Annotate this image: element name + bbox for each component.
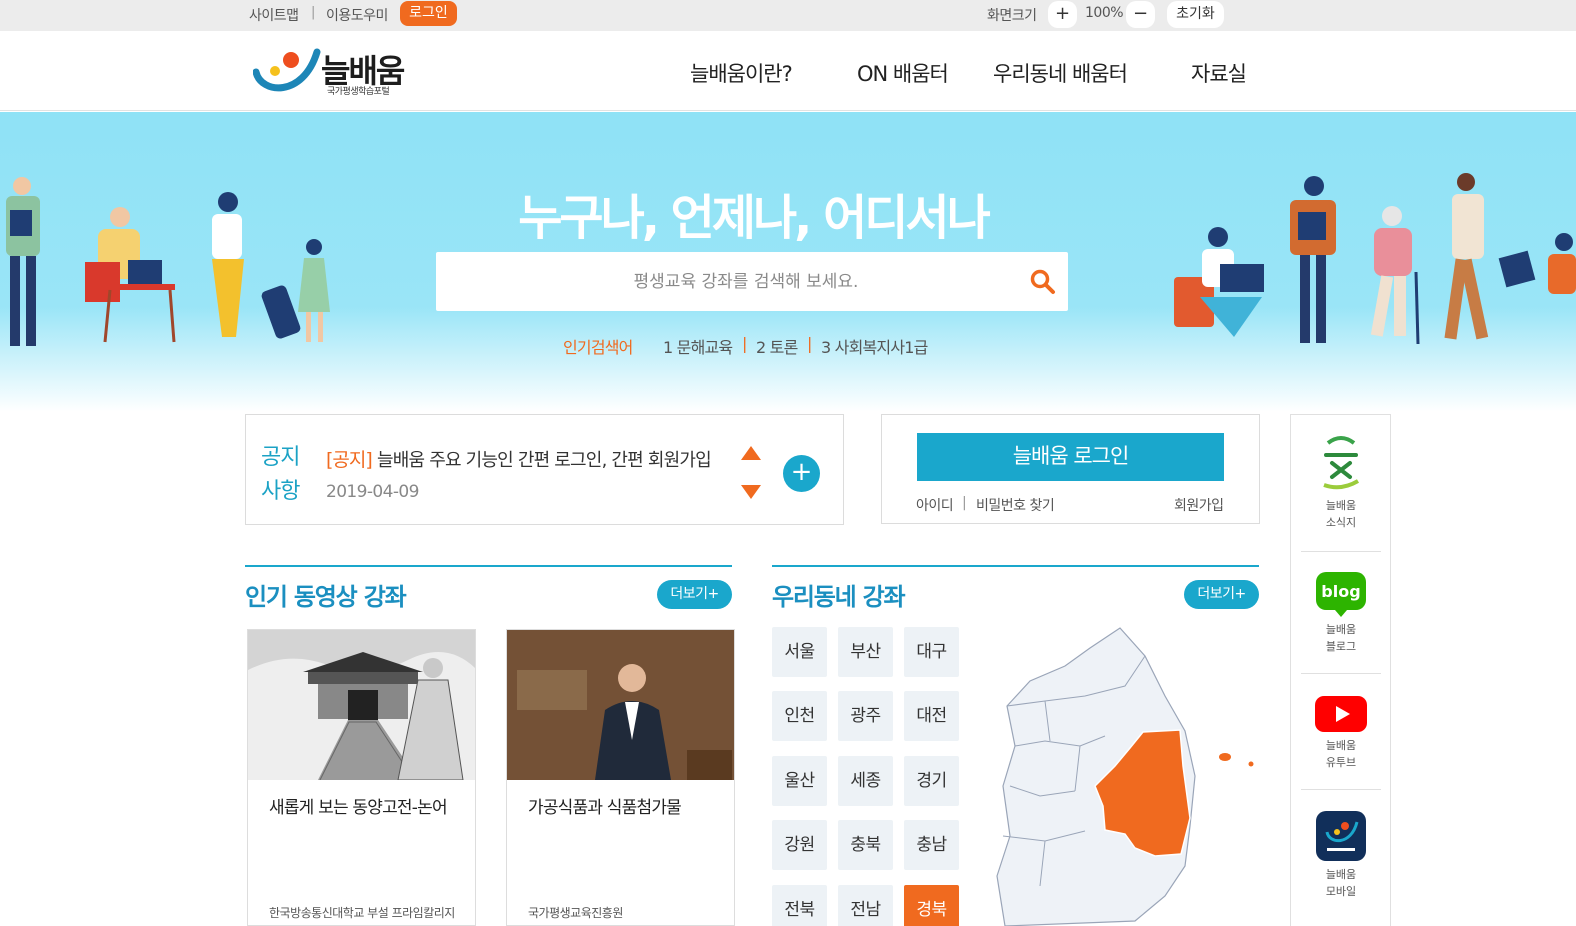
popular-videos-more-button[interactable]: 더보기+ xyxy=(657,580,732,609)
main-login-button[interactable]: 늘배움 로그인 xyxy=(917,433,1224,481)
nav-on-learning[interactable]: ON 배움터 xyxy=(857,58,949,88)
video-title: 가공식품과 식품첨가물 xyxy=(528,798,682,818)
popular-videos-title: 인기 동영상 강좌 xyxy=(245,583,407,611)
search-input[interactable] xyxy=(436,252,1016,311)
region-button[interactable]: 서울 xyxy=(772,627,827,677)
video-thumbnail xyxy=(507,630,734,780)
notice-label: 공지 사항 xyxy=(261,441,300,509)
screen-size-label: 화면크기 xyxy=(987,8,1037,24)
region-button[interactable]: 부산 xyxy=(838,627,893,677)
logo-subtitle: 국가평생학습포털 xyxy=(327,87,390,97)
blog-label: 블로그 xyxy=(1325,640,1357,653)
region-button[interactable]: 광주 xyxy=(838,691,893,741)
youtube-link[interactable]: 늘배움 유투브 xyxy=(1301,695,1381,771)
region-button[interactable]: 경기 xyxy=(904,756,959,806)
region-button[interactable]: 전남 xyxy=(838,885,893,926)
blog-link[interactable]: blog 늘배움 블로그 xyxy=(1301,571,1381,655)
nav-local-learning[interactable]: 우리동네 배움터 xyxy=(993,58,1128,88)
mobile-app-icon xyxy=(1316,811,1366,861)
popular-keyword-2[interactable]: 2 토론 xyxy=(756,334,798,358)
region-button[interactable]: 인천 xyxy=(772,691,827,741)
site-logo[interactable]: 늘배움 국가평생학습포털 xyxy=(253,46,413,98)
divider xyxy=(1301,673,1381,674)
divider: | xyxy=(807,334,812,353)
popular-keyword-3[interactable]: 3 사회복지사1급 xyxy=(821,334,928,358)
region-button[interactable]: 대구 xyxy=(904,627,959,677)
region-button[interactable]: 대전 xyxy=(904,691,959,741)
map-island-dokdo xyxy=(1248,761,1254,767)
find-password-link[interactable]: 비밀번호 찾기 xyxy=(976,495,1055,515)
guide-link[interactable]: 이용도우미 xyxy=(326,5,388,25)
login-box: 늘배움 로그인 아이디 | 비밀번호 찾기 회원가입 xyxy=(881,414,1260,524)
blog-icon: blog xyxy=(1316,572,1366,617)
nav-archive[interactable]: 자료실 xyxy=(1191,58,1247,88)
video-card[interactable]: 새롭게 보는 동양고전-논어 한국방송통신대학교 부설 프라임칼리지 xyxy=(247,629,476,926)
popular-search-label: 인기검색어 xyxy=(563,338,633,357)
quick-links-sidebar: 늘배움 소식지 blog 늘배움 블로그 늘배움 유투브 늘배움 모바일 xyxy=(1290,414,1391,926)
mobile-app-label: 늘배움 xyxy=(1325,868,1357,881)
notice-box: 공지 사항 [공지] 늘배움 주요 기능인 간편 로그인, 간편 회원가입 20… xyxy=(245,414,844,525)
zoom-in-button[interactable]: + xyxy=(1048,1,1077,28)
notice-label-line2: 사항 xyxy=(261,479,300,504)
local-courses-title: 우리동네 강좌 xyxy=(772,583,906,611)
region-button[interactable]: 울산 xyxy=(772,756,827,806)
mobile-app-link[interactable]: 늘배움 모바일 xyxy=(1301,810,1381,900)
divider: | xyxy=(742,334,747,353)
blog-badge-text: blog xyxy=(1321,582,1360,601)
youtube-icon xyxy=(1315,696,1367,732)
popular-keyword-1[interactable]: 1 문해교육 xyxy=(663,334,733,358)
section-rule xyxy=(772,565,1259,567)
region-button[interactable]: 강원 xyxy=(772,820,827,870)
newsletter-label: 늘배움 xyxy=(1325,499,1357,512)
youtube-label: 유투브 xyxy=(1325,756,1357,769)
utility-bar: 사이트맵 | 이용도우미 로그인 화면크기 + 100% − 초기화 xyxy=(0,0,1576,31)
youtube-label: 늘배움 xyxy=(1325,739,1357,752)
newsletter-link[interactable]: 늘배움 소식지 xyxy=(1301,433,1381,531)
zoom-out-button[interactable]: − xyxy=(1126,1,1155,28)
section-rule xyxy=(245,565,732,567)
region-button[interactable]: 세종 xyxy=(838,756,893,806)
video-provider: 한국방송통신대학교 부설 프라임칼리지 xyxy=(269,906,455,920)
region-button[interactable]: 전북 xyxy=(772,885,827,926)
notice-tag: [공지] xyxy=(326,449,373,471)
site-header: 늘배움 국가평생학습포털 늘배움이란? ON 배움터 우리동네 배움터 자료실 xyxy=(0,31,1576,111)
people-illustration-right xyxy=(1174,173,1576,345)
search-box xyxy=(436,252,1068,311)
local-courses-more-button[interactable]: 더보기+ xyxy=(1184,580,1259,609)
notice-label-line1: 공지 xyxy=(261,445,300,470)
korea-region-map[interactable] xyxy=(985,626,1265,926)
divider xyxy=(1301,789,1381,790)
hero-banner: 누구나, 언제나, 어디서나 인기검색어 1 문해교육 | 2 토론 | 3 사… xyxy=(0,112,1576,412)
logo-mark-icon xyxy=(253,48,321,92)
video-thumbnail xyxy=(248,630,475,780)
find-id-link[interactable]: 아이디 xyxy=(916,495,954,515)
notice-item-link[interactable]: 늘배움 주요 기능인 간편 로그인, 간편 회원가입 xyxy=(377,446,717,472)
newsletter-label: 소식지 xyxy=(1325,516,1357,529)
video-title: 새롭게 보는 동양고전-논어 xyxy=(269,798,448,818)
newsletter-icon xyxy=(1323,436,1360,490)
next-arrow-icon[interactable] xyxy=(741,485,761,499)
video-card[interactable]: 가공식품과 식품첨가물 국가평생교육진흥원 xyxy=(506,629,735,926)
region-button[interactable]: 충북 xyxy=(838,820,893,870)
region-button[interactable]: 충남 xyxy=(904,820,959,870)
previous-arrow-icon[interactable] xyxy=(741,446,761,460)
divider: | xyxy=(311,5,316,20)
divider: | xyxy=(962,495,967,511)
video-provider: 국가평생교육진흥원 xyxy=(528,906,623,920)
region-button-selected[interactable]: 경북 xyxy=(904,885,959,926)
sitemap-link[interactable]: 사이트맵 xyxy=(249,5,299,25)
notice-date: 2019-04-09 xyxy=(326,482,419,502)
map-island-ulleung xyxy=(1219,753,1231,761)
blog-label: 늘배움 xyxy=(1325,623,1357,636)
top-login-button[interactable]: 로그인 xyxy=(400,1,457,26)
nav-about[interactable]: 늘배움이란? xyxy=(690,58,793,88)
divider xyxy=(1301,551,1381,552)
signup-link[interactable]: 회원가입 xyxy=(1174,495,1224,515)
mobile-app-label: 모바일 xyxy=(1325,885,1357,898)
zoom-reset-button[interactable]: 초기화 xyxy=(1167,1,1224,28)
notice-more-button[interactable]: + xyxy=(783,455,820,492)
search-icon[interactable] xyxy=(1030,269,1056,295)
zoom-level: 100% xyxy=(1085,5,1124,21)
